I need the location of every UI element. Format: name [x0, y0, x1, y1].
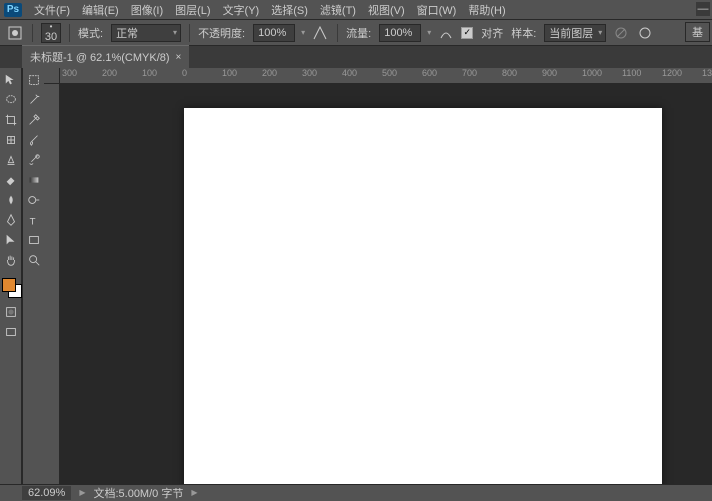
opacity-label: 不透明度:	[198, 25, 245, 41]
pressure-opacity-icon[interactable]	[311, 24, 329, 42]
document-canvas[interactable]	[184, 108, 662, 484]
clone-stamp-tool[interactable]	[1, 150, 21, 170]
zoom-level[interactable]: 62.09%	[22, 486, 71, 500]
foreground-color[interactable]	[2, 278, 16, 292]
chevron-right-icon[interactable]: ▶	[79, 488, 85, 497]
blur-tool[interactable]	[1, 190, 21, 210]
menu-image[interactable]: 图像(I)	[125, 0, 169, 20]
menu-select[interactable]: 选择(S)	[265, 0, 314, 20]
ruler-tick: 300	[62, 68, 77, 78]
flow-input[interactable]: 100%	[379, 24, 421, 42]
brush-tool[interactable]	[24, 130, 44, 150]
status-bar: 62.09% ▶ 文档:5.00M/0 字节 ▶	[0, 484, 712, 500]
workspace: T 300 200 100 0 100 200 300 400 500 600 …	[0, 68, 712, 484]
lasso-tool[interactable]	[1, 90, 21, 110]
crop-tool[interactable]	[1, 110, 21, 130]
close-tab-icon[interactable]: ×	[176, 52, 182, 63]
eyedropper-tool[interactable]	[24, 110, 44, 130]
pen-tool[interactable]	[1, 210, 21, 230]
menu-file[interactable]: 文件(F)	[28, 0, 76, 20]
mode-label: 模式:	[78, 25, 103, 41]
document-tab-bar: 未标题-1 @ 62.1%(CMYK/8) ×	[0, 46, 712, 68]
sample-select[interactable]: 当前图层	[544, 24, 606, 42]
separator	[189, 24, 190, 42]
ruler-tick: 0	[182, 68, 187, 78]
color-swatches[interactable]	[0, 278, 21, 302]
ruler-tick: 1300	[702, 68, 712, 78]
ignore-adjustment-icon[interactable]	[612, 24, 630, 42]
vertical-ruler[interactable]	[44, 84, 60, 484]
tool-preset-icon[interactable]	[6, 24, 24, 42]
screen-mode-tool[interactable]	[1, 322, 21, 342]
path-selection-tool[interactable]	[1, 230, 21, 250]
quickmask-tool[interactable]	[1, 302, 21, 322]
document-tab-label: 未标题-1 @ 62.1%(CMYK/8)	[30, 49, 170, 65]
dropdown-icon[interactable]: ▾	[301, 28, 305, 37]
brush-size-input[interactable]: •30	[41, 23, 61, 43]
ruler-tick: 800	[502, 68, 517, 78]
menu-layer[interactable]: 图层(L)	[169, 0, 216, 20]
document-tab[interactable]: 未标题-1 @ 62.1%(CMYK/8) ×	[22, 45, 189, 68]
ruler-tick: 700	[462, 68, 477, 78]
dropdown-icon[interactable]: ▾	[427, 28, 431, 37]
separator	[69, 24, 70, 42]
ruler-tick: 200	[262, 68, 277, 78]
ruler-tick: 1000	[582, 68, 602, 78]
move-tool[interactable]	[1, 70, 21, 90]
opacity-input[interactable]: 100%	[253, 24, 295, 42]
toolbox-right: T	[22, 68, 44, 484]
ruler-tick: 300	[302, 68, 317, 78]
menu-help[interactable]: 帮助(H)	[462, 0, 511, 20]
ruler-tick: 900	[542, 68, 557, 78]
dodge-tool[interactable]	[24, 190, 44, 210]
options-bar: •30 模式: 正常 不透明度: 100% ▾ 流量: 100% ▾ ✓ 对齐 …	[0, 20, 712, 46]
ruler-tick: 100	[142, 68, 157, 78]
menu-type[interactable]: 文字(Y)	[217, 0, 266, 20]
menu-view[interactable]: 视图(V)	[362, 0, 411, 20]
zoom-tool[interactable]	[24, 250, 44, 270]
mode-select[interactable]: 正常	[111, 24, 181, 42]
ruler-tick: 400	[342, 68, 357, 78]
menu-window[interactable]: 窗口(W)	[411, 0, 463, 20]
rectangle-tool[interactable]	[24, 230, 44, 250]
canvas-area: 300 200 100 0 100 200 300 400 500 600 70…	[44, 68, 712, 484]
align-checkbox[interactable]: ✓	[461, 27, 473, 39]
flow-label: 流量:	[346, 25, 371, 41]
eraser-tool[interactable]	[1, 170, 21, 190]
hand-tool[interactable]	[1, 250, 21, 270]
ruler-tick: 1100	[622, 68, 641, 78]
type-tool[interactable]: T	[24, 210, 44, 230]
airbrush-icon[interactable]	[437, 24, 455, 42]
ruler-tick: 100	[222, 68, 237, 78]
essentials-button[interactable]: 基	[685, 22, 710, 42]
history-brush-tool[interactable]	[24, 150, 44, 170]
sample-label: 样本:	[511, 25, 536, 41]
ruler-tick: 600	[422, 68, 437, 78]
pressure-size-icon[interactable]	[636, 24, 654, 42]
menu-bar: Ps 文件(F) 编辑(E) 图像(I) 图层(L) 文字(Y) 选择(S) 滤…	[0, 0, 712, 20]
menu-filter[interactable]: 滤镜(T)	[314, 0, 362, 20]
separator	[32, 24, 33, 42]
marquee-tool[interactable]	[24, 70, 44, 90]
align-label: 对齐	[481, 25, 503, 41]
magic-wand-tool[interactable]	[24, 90, 44, 110]
ruler-tick: 200	[102, 68, 117, 78]
ruler-tick: 500	[382, 68, 397, 78]
minimize-button[interactable]: —	[696, 2, 710, 16]
menu-edit[interactable]: 编辑(E)	[76, 0, 125, 20]
horizontal-ruler[interactable]: 300 200 100 0 100 200 300 400 500 600 70…	[60, 68, 712, 84]
ruler-corner	[44, 68, 60, 84]
healing-brush-tool[interactable]	[1, 130, 21, 150]
document-info[interactable]: 文档:5.00M/0 字节	[93, 485, 183, 501]
toolbox-left	[0, 68, 22, 484]
chevron-right-icon[interactable]: ▶	[191, 488, 197, 497]
separator	[337, 24, 338, 42]
ruler-tick: 1200	[662, 68, 682, 78]
svg-text:T: T	[29, 216, 35, 227]
gradient-tool[interactable]	[24, 170, 44, 190]
app-logo: Ps	[4, 3, 22, 17]
